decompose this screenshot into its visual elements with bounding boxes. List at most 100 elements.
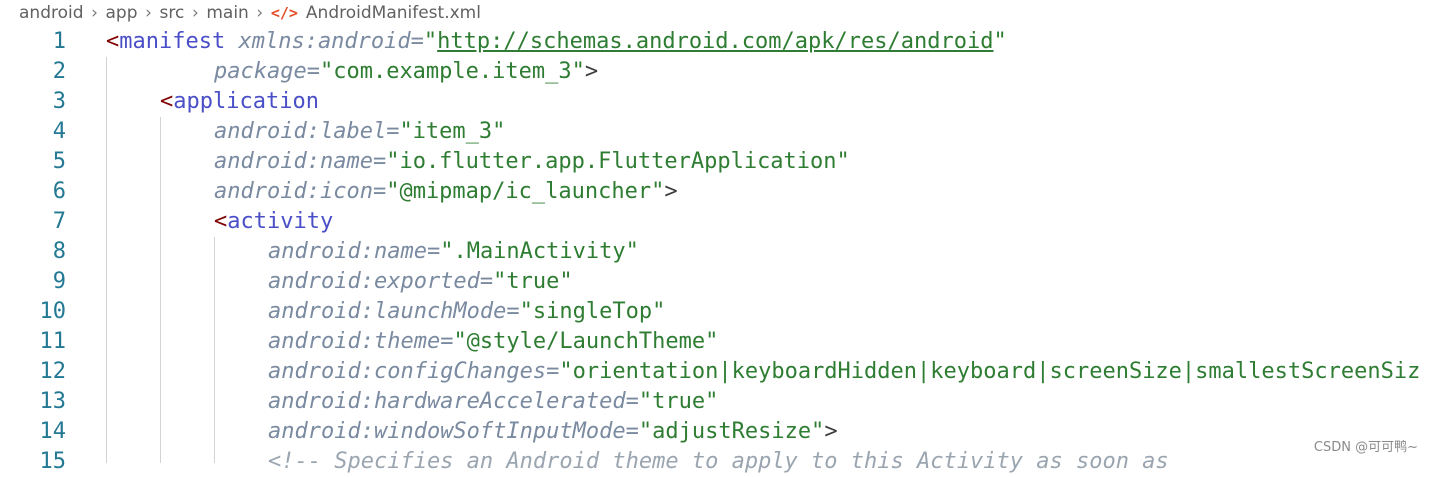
line-number: 7 xyxy=(52,209,66,234)
code-token-tag: activity xyxy=(227,209,334,234)
code-line[interactable]: 5 android:name="io.flutter.app.FlutterApp… xyxy=(0,147,1434,177)
line-number: 5 xyxy=(52,149,66,174)
code-token-val: ".MainActivity" xyxy=(440,239,639,264)
breadcrumb-item-src[interactable]: src xyxy=(160,3,185,23)
code-line[interactable]: 15 <!-- Specifies an Android theme to app… xyxy=(0,447,1434,477)
breadcrumb: android › app › src › main › </> Android… xyxy=(0,0,481,26)
code-content: android:icon="@mipmap/ic_launcher"> xyxy=(214,177,678,207)
code-content: android:hardwareAccelerated="true" xyxy=(268,387,718,417)
code-content: android:theme="@style/LaunchTheme" xyxy=(268,327,718,357)
line-number: 1 xyxy=(52,29,66,54)
code-token-punct: < xyxy=(214,209,228,234)
code-token-eq: = xyxy=(306,59,320,84)
code-token-eq: = xyxy=(625,419,639,444)
line-number: 12 xyxy=(39,359,67,384)
code-line[interactable]: 4 android:label="item_3" xyxy=(0,117,1434,147)
code-token-attr: android:windowSoftInputMode xyxy=(268,419,626,444)
code-content: android:windowSoftInputMode="adjustResiz… xyxy=(268,417,838,447)
code-token-text: > xyxy=(664,179,678,204)
breadcrumb-item-android[interactable]: android xyxy=(19,3,84,23)
code-token-eq: = xyxy=(386,119,400,144)
code-line[interactable]: 9 android:exported="true" xyxy=(0,267,1434,297)
code-token-punct: < xyxy=(106,29,120,54)
breadcrumb-item-main[interactable]: main xyxy=(206,3,248,23)
code-token-attr: android:label xyxy=(214,119,387,144)
code-content: <manifest xmlns:android="http://schemas.… xyxy=(106,27,1007,57)
line-number: 6 xyxy=(52,179,66,204)
code-token-tag: manifest xyxy=(119,29,226,54)
code-token-eq: = xyxy=(372,149,387,174)
code-token-attr: android:hardwareAccelerated xyxy=(268,389,626,414)
code-token-eq: = xyxy=(440,329,454,354)
code-line[interactable]: 1 <manifest xmlns:android="http://schemas… xyxy=(0,27,1434,57)
code-content: android:launchMode="singleTop" xyxy=(268,297,665,327)
line-number: 14 xyxy=(39,419,67,444)
code-token-eq: = xyxy=(625,389,639,414)
code-line[interactable]: 8 android:name=".MainActivity" xyxy=(0,237,1434,267)
code-line[interactable]: 2 package="com.example.item_3"> xyxy=(0,57,1434,87)
code-content: android:exported="true" xyxy=(268,267,573,297)
line-number: 2 xyxy=(52,59,66,84)
code-content: <application xyxy=(160,87,319,117)
code-token-attr: android:icon xyxy=(214,179,373,204)
code-line[interactable]: 10 android:launchMode="singleTop" xyxy=(0,297,1434,327)
code-token-val: "@mipmap/ic_launcher" xyxy=(386,179,665,204)
code-content: <activity xyxy=(214,207,333,237)
line-number: 3 xyxy=(52,89,66,114)
code-token-eq: = xyxy=(546,359,560,384)
breadcrumb-file[interactable]: AndroidManifest.xml xyxy=(306,3,481,23)
code-token-punct: < xyxy=(160,89,174,114)
code-line[interactable]: 13 android:hardwareAccelerated="true" xyxy=(0,387,1434,417)
xml-file-icon: </> xyxy=(270,4,298,22)
code-token-attr: android:theme xyxy=(268,329,441,354)
code-content: <!-- Specifies an Android theme to apply… xyxy=(268,447,1169,477)
code-line[interactable]: 12 android:configChanges="orientation|key… xyxy=(0,357,1434,387)
code-token-val: "true" xyxy=(638,389,719,414)
chevron-right-icon: › xyxy=(145,3,152,23)
watermark: CSDN @可可鸭~ xyxy=(1313,440,1418,455)
code-token-val: "true" xyxy=(493,269,573,294)
code-token-text: > xyxy=(584,59,599,84)
breadcrumb-item-app[interactable]: app xyxy=(106,3,138,23)
line-number: 8 xyxy=(52,239,66,264)
code-token-eq: = xyxy=(426,239,441,264)
code-token-comment: <!-- Specifies an Android theme to apply… xyxy=(268,449,1169,474)
code-token-tag: application xyxy=(173,89,319,114)
code-token-url: http://schemas.android.com/apk/res/andro… xyxy=(437,29,994,54)
code-line[interactable]: 7 <activity xyxy=(0,207,1434,237)
code-token-eq: = xyxy=(479,269,494,294)
line-number: 11 xyxy=(39,329,67,354)
code-token-val: "singleTop" xyxy=(519,299,666,324)
code-line[interactable]: 11 android:theme="@style/LaunchTheme" xyxy=(0,327,1434,357)
code-token-eq: = xyxy=(372,179,387,204)
code-line[interactable]: 6 android:icon="@mipmap/ic_launcher"> xyxy=(0,177,1434,207)
code-content: android:label="item_3" xyxy=(214,117,505,147)
line-number: 10 xyxy=(39,299,67,324)
code-token-attr: xmlns:android xyxy=(238,29,411,54)
chevron-right-icon: › xyxy=(256,3,264,23)
code-content: android:name="io.flutter.app.FlutterAppl… xyxy=(214,147,850,177)
line-number: 4 xyxy=(52,119,66,144)
code-token-val: "orientation|keyboardHidden|keyboard|scr… xyxy=(559,359,1421,384)
code-editor[interactable]: 1 <manifest xmlns:android="http://schemas… xyxy=(0,27,1434,474)
code-content: android:name=".MainActivity" xyxy=(268,237,639,267)
code-token-val: "adjustResize" xyxy=(638,419,825,444)
code-token-attr: package xyxy=(214,59,307,84)
code-token-quote: " xyxy=(993,29,1007,54)
code-token-attr: android:name xyxy=(214,149,373,174)
chevron-right-icon: › xyxy=(191,3,199,23)
code-token-attr: android:launchMode xyxy=(268,299,507,324)
code-line[interactable]: 3 <application xyxy=(0,87,1434,117)
code-token-attr: android:name xyxy=(268,239,427,264)
code-token-attr: android:exported xyxy=(268,269,480,294)
line-number: 15 xyxy=(39,449,67,474)
code-token-val: "io.flutter.app.FlutterApplication" xyxy=(386,149,850,174)
chevron-right-icon: › xyxy=(91,3,98,23)
code-line[interactable]: 14 android:windowSoftInputMode="adjustRes… xyxy=(0,417,1434,447)
line-number: 13 xyxy=(39,389,67,414)
code-token-quote: " xyxy=(423,29,438,54)
line-number: 9 xyxy=(52,269,66,294)
code-token-val: "@style/LaunchTheme" xyxy=(453,329,719,354)
code-content: package="com.example.item_3"> xyxy=(214,57,598,87)
